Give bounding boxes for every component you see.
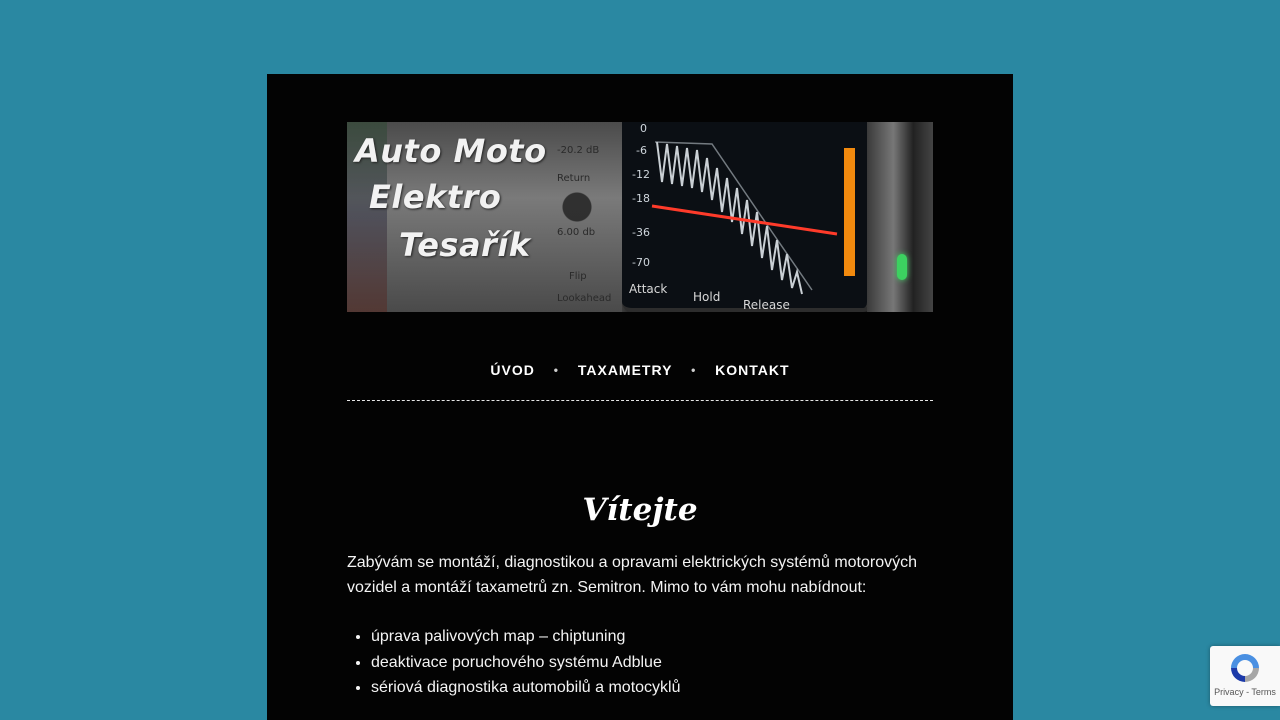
list-item: sériová diagnostika automobilů a motocyk… — [371, 675, 933, 701]
knob-label-gain: -20.2 dB — [557, 145, 600, 156]
knob-label-flip: Flip — [569, 271, 587, 282]
nav-separator: • — [553, 363, 559, 377]
recaptcha-links: Privacy - Terms — [1210, 687, 1280, 697]
knob-label-lookahead: Lookahead — [557, 293, 612, 304]
recaptcha-icon — [1228, 651, 1262, 685]
meter-tick-6: -6 — [636, 144, 647, 157]
page-title: Vítejte — [582, 492, 698, 528]
nav-separator: • — [691, 363, 697, 377]
list-item: deaktivace poruchového systému Adblue — [371, 650, 933, 676]
main-navigation: ÚVOD • TAXAMETRY • KONTAKT — [347, 362, 933, 386]
meter-level-bar — [844, 148, 855, 276]
panel-label-attack: Attack — [629, 282, 668, 296]
panel-label-release: Release — [743, 298, 790, 312]
recaptcha-terms-link[interactable]: Terms — [1251, 687, 1276, 697]
nav-item-kontakt[interactable]: KONTAKT — [715, 362, 789, 378]
knob-label-db: 6.00 db — [557, 227, 596, 238]
content-panel: 0 -6 -12 -18 -36 -70 -20.2 dB Return 6.0… — [267, 74, 1013, 720]
banner-title-line2: Elektro — [369, 178, 502, 216]
panel-label-hold: Hold — [693, 290, 721, 304]
meter-tick-0: 0 — [640, 122, 647, 135]
meter-tick-70: -70 — [632, 256, 650, 269]
banner-side-panel — [867, 122, 933, 312]
content-inner: 0 -6 -12 -18 -36 -70 -20.2 dB Return 6.0… — [347, 122, 933, 701]
header-banner[interactable]: 0 -6 -12 -18 -36 -70 -20.2 dB Return 6.0… — [347, 122, 933, 312]
banner-title-line3: Tesařík — [399, 226, 531, 264]
led-green — [897, 254, 907, 280]
list-item: úprava palivových map – chiptuning — [371, 624, 933, 650]
nav-item-uvod[interactable]: ÚVOD — [490, 362, 534, 378]
meter-tick-12: -12 — [632, 168, 650, 181]
services-list: úprava palivových map – chiptuning deakt… — [347, 624, 933, 701]
recaptcha-privacy-link[interactable]: Privacy — [1214, 687, 1244, 697]
banner-title-line1: Auto Moto — [355, 132, 547, 170]
meter-tick-36: -36 — [632, 226, 650, 239]
knob-label-return: Return — [557, 173, 591, 184]
banner-knob-labels: -20.2 dB Return 6.00 db Flip Lookahead — [557, 144, 611, 306]
meter-tick-18: -18 — [632, 192, 650, 205]
nav-divider — [347, 400, 933, 401]
recaptcha-badge[interactable]: Privacy - Terms — [1210, 646, 1280, 706]
meter-display: 0 -6 -12 -18 -36 -70 — [632, 122, 855, 295]
nav-item-taxametry[interactable]: TAXAMETRY — [578, 362, 672, 378]
intro-paragraph: Zabývám se montáží, diagnostikou a oprav… — [347, 554, 918, 596]
